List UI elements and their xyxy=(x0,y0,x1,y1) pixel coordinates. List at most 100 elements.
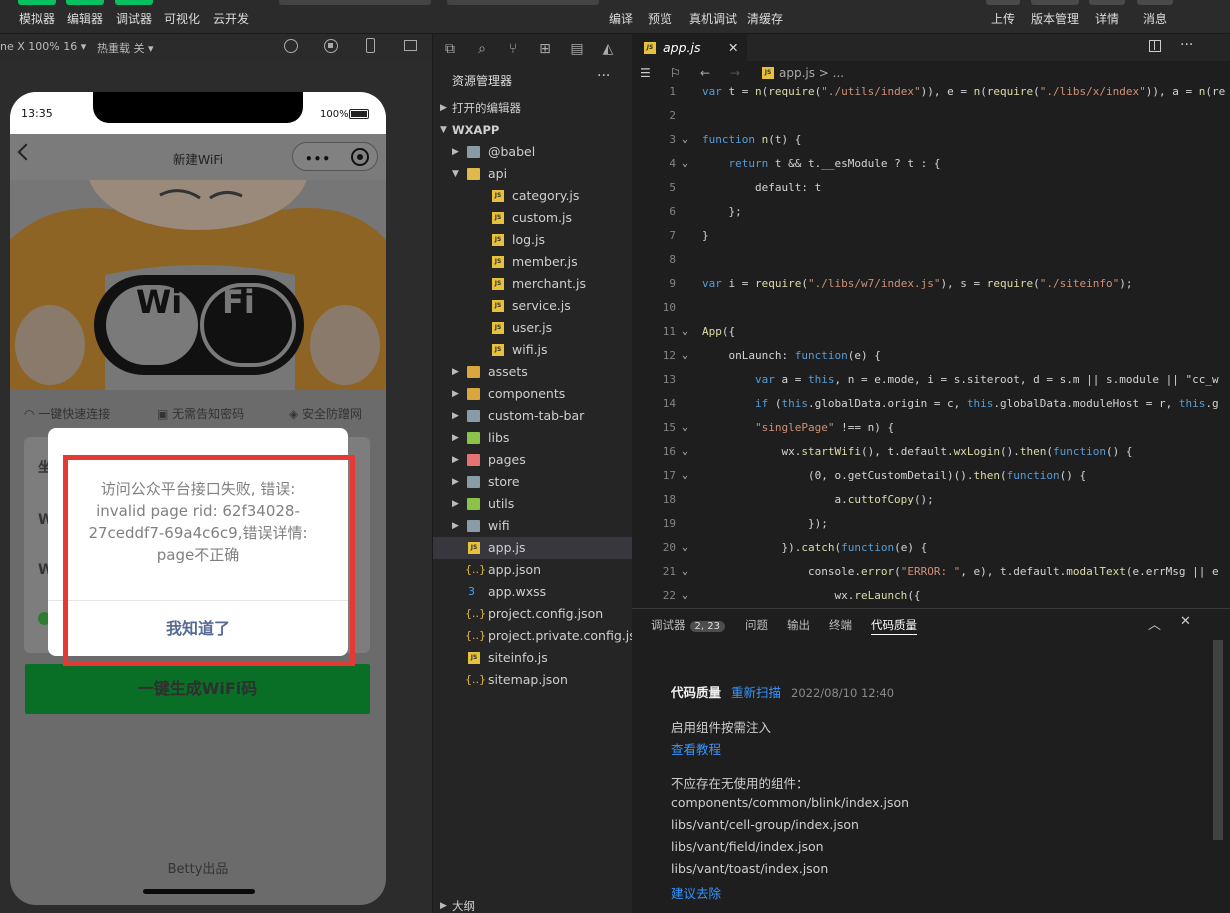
tree-item[interactable]: {..} app.json xyxy=(433,559,633,581)
fold-chevron-icon[interactable]: ⌄ xyxy=(682,416,694,440)
upload-button[interactable]: 上传 xyxy=(985,0,1021,34)
code-line[interactable]: console.error("ERROR: ", e), t.default.m… xyxy=(702,560,1219,584)
close-mini-program-icon[interactable] xyxy=(351,148,369,166)
tab-output[interactable]: 输出 xyxy=(787,617,810,633)
tree-item[interactable]: ▶ custom-tab-bar xyxy=(433,405,633,427)
cloud-dev-button[interactable]: 云开发 xyxy=(208,0,254,34)
visual-toggle-button[interactable]: 可视化 xyxy=(160,0,204,34)
tree-item[interactable]: JS log.js xyxy=(433,229,633,251)
code-line[interactable]: } xyxy=(702,224,709,248)
hot-reload-toggle[interactable]: 热重载 关 ▾ xyxy=(97,40,154,56)
fold-chevron-icon[interactable]: ⌄ xyxy=(682,320,694,344)
fold-chevron-icon[interactable]: ⌄ xyxy=(682,152,694,176)
tree-item[interactable]: ▶ wifi xyxy=(433,515,633,537)
fold-chevron-icon[interactable]: ⌄ xyxy=(682,584,694,608)
tree-item[interactable]: ▶ @babel xyxy=(433,141,633,163)
rescan-link[interactable]: 重新扫描 xyxy=(731,685,781,700)
debugger-toggle-button[interactable]: 调试器 xyxy=(112,0,156,34)
editor-toggle-button[interactable]: 编辑器 xyxy=(63,0,107,34)
version-button[interactable]: 版本管理 xyxy=(1026,0,1084,34)
outline-section[interactable]: ▶ 大纲 xyxy=(433,895,633,913)
tree-item[interactable]: JS category.js xyxy=(433,185,633,207)
breadcrumb-path[interactable]: app.js > ... xyxy=(779,61,844,85)
unused-item[interactable]: libs/vant/cell-group/index.json xyxy=(671,817,859,832)
tree-item[interactable]: ▶ assets xyxy=(433,361,633,383)
simulator-toggle-button[interactable]: 模拟器 xyxy=(16,0,58,34)
unused-item[interactable]: libs/vant/field/index.json xyxy=(671,839,824,854)
code-line[interactable]: var i = require("./libs/w7/index.js"), s… xyxy=(702,272,1133,296)
capsule-menu[interactable]: ••• xyxy=(292,142,378,171)
stop-icon[interactable] xyxy=(324,39,338,53)
tab-problems[interactable]: 问题 xyxy=(745,617,768,633)
fold-chevron-icon[interactable]: ⌄ xyxy=(682,464,694,488)
panel-scrollbar[interactable] xyxy=(1213,640,1223,840)
tree-item[interactable]: ▼ api xyxy=(433,163,633,185)
real-device-debug-button[interactable]: 真机调试 xyxy=(685,0,741,34)
code-line[interactable]: onLaunch: function(e) { xyxy=(702,344,880,368)
back-arrow-icon[interactable]: ← xyxy=(700,61,710,85)
tree-item[interactable]: JS user.js xyxy=(433,317,633,339)
fold-chevron-icon[interactable]: ⌄ xyxy=(682,440,694,464)
maximize-panel-icon[interactable]: ︿ xyxy=(1148,614,1161,633)
tree-item[interactable]: {..} sitemap.json xyxy=(433,669,633,691)
code-line[interactable]: default: t xyxy=(702,176,821,200)
code-line[interactable]: "singlePage" !== n) { xyxy=(702,416,894,440)
fold-chevron-icon[interactable]: ⌄ xyxy=(682,128,694,152)
more-actions-icon[interactable]: ··· xyxy=(597,68,610,84)
tree-item[interactable]: JS custom.js xyxy=(433,207,633,229)
tree-item[interactable]: 3 app.wxss xyxy=(433,581,633,603)
fold-chevron-icon[interactable]: ⌄ xyxy=(682,536,694,560)
messages-button[interactable]: 消息 xyxy=(1136,0,1174,34)
panel-icon[interactable]: ▤ xyxy=(568,41,586,59)
detach-window-icon[interactable] xyxy=(404,40,417,51)
code-line[interactable]: (0, o.getCustomDetail)().then(function()… xyxy=(702,464,1086,488)
tutorial-link[interactable]: 查看教程 xyxy=(671,739,721,758)
tree-item[interactable]: JS member.js xyxy=(433,251,633,273)
project-section[interactable]: ▼ WXAPP xyxy=(433,119,633,141)
tab-app-js[interactable]: JS app.js ✕ xyxy=(632,34,747,61)
code-line[interactable]: }); xyxy=(702,512,828,536)
tab-terminal[interactable]: 终端 xyxy=(829,617,852,633)
code-line[interactable]: }).catch(function(e) { xyxy=(702,536,927,560)
code-line[interactable]: var a = this, n = e.mode, i = s.siteroot… xyxy=(702,368,1219,392)
tree-item[interactable]: ▶ libs xyxy=(433,427,633,449)
code-area[interactable]: 1 var t = n(require("./utils/index")), e … xyxy=(632,86,1230,608)
code-line[interactable]: App({ xyxy=(702,320,735,344)
more-icon[interactable]: ••• xyxy=(305,152,331,166)
code-line[interactable]: if (this.globalData.origin = c, this.glo… xyxy=(702,392,1219,416)
more-actions-icon[interactable]: ··· xyxy=(1180,37,1193,53)
open-editors-section[interactable]: ▶ 打开的编辑器 xyxy=(433,97,633,119)
fold-chevron-icon[interactable]: ⌄ xyxy=(682,560,694,584)
unused-item[interactable]: libs/vant/toast/index.json xyxy=(671,861,828,876)
suggest-remove-link[interactable]: 建议去除 xyxy=(671,883,721,902)
tree-item[interactable]: JS wifi.js xyxy=(433,339,633,361)
extensions-icon[interactable]: ⊞ xyxy=(536,41,554,59)
code-line[interactable]: wx.startWifi(), t.default.wxLogin().then… xyxy=(702,440,1132,464)
search-icon[interactable]: ⌕ xyxy=(473,41,491,59)
code-line[interactable]: a.cuttofCopy(); xyxy=(702,488,933,512)
device-select[interactable]: ne X 100% 16 ▾ xyxy=(0,40,86,53)
tree-item[interactable]: JS service.js xyxy=(433,295,633,317)
tree-item[interactable]: ▶ pages xyxy=(433,449,633,471)
source-control-icon[interactable]: ⑂ xyxy=(504,41,522,59)
files-icon[interactable]: ⧉ xyxy=(441,41,459,59)
code-line[interactable]: wx.reLaunch({ xyxy=(702,584,920,608)
details-button[interactable]: 详情 xyxy=(1088,0,1126,34)
tree-item[interactable]: JS siteinfo.js xyxy=(433,647,633,669)
code-line[interactable]: var t = n(require("./utils/index")), e =… xyxy=(702,86,1225,104)
tree-item[interactable]: {..} project.config.json xyxy=(433,603,633,625)
compile-mode-select[interactable] xyxy=(447,0,599,5)
code-line[interactable]: function n(t) { xyxy=(702,128,801,152)
refresh-icon[interactable] xyxy=(284,39,298,53)
tree-item[interactable]: JS merchant.js xyxy=(433,273,633,295)
tab-code-quality[interactable]: 代码质量 xyxy=(871,617,917,633)
tree-item[interactable]: JS app.js xyxy=(433,537,633,559)
split-editor-icon[interactable] xyxy=(1149,40,1161,52)
generate-wifi-code-button[interactable]: 一键生成WiFi码 xyxy=(25,664,370,714)
tree-item[interactable]: ▶ utils xyxy=(433,493,633,515)
preview-button[interactable]: 预览 xyxy=(643,0,677,34)
code-line[interactable]: return t && t.__esModule ? t : { xyxy=(702,152,941,176)
compile-button[interactable]: 编译 xyxy=(604,0,638,34)
forward-arrow-icon[interactable]: → xyxy=(730,61,740,85)
close-tab-icon[interactable]: ✕ xyxy=(728,34,738,61)
